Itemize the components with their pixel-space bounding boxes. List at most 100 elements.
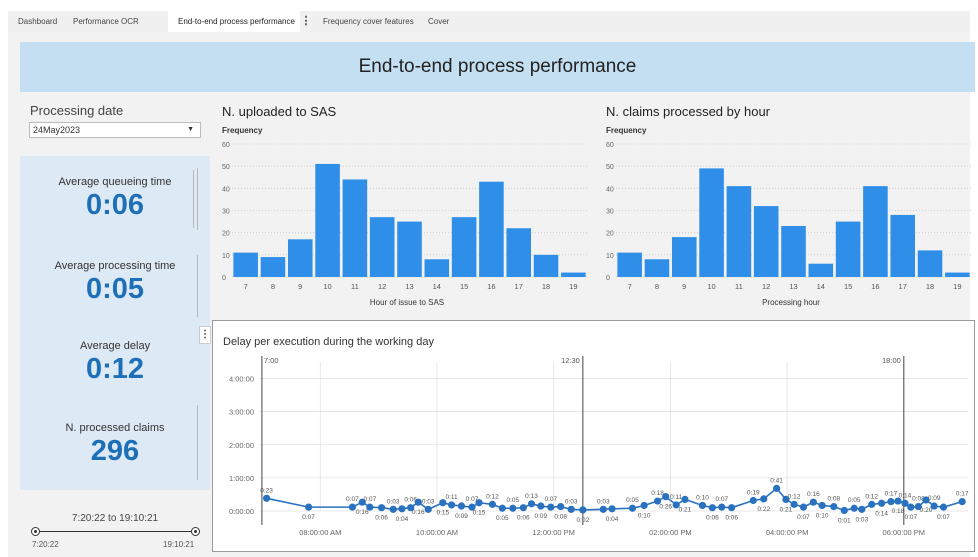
time-range-start-handle[interactable] xyxy=(31,527,40,536)
data-label: 0:07 xyxy=(715,496,728,503)
data-point xyxy=(662,493,670,501)
bar xyxy=(917,250,943,277)
chart-xlabel-uploaded: Hour of issue to SAS xyxy=(369,298,445,307)
y-tick-label: 20 xyxy=(222,231,230,238)
y-tick-label: 3:00:00 xyxy=(229,408,254,417)
tab-performance-ocr[interactable]: Performance OCR xyxy=(63,11,149,32)
data-label: 0:04 xyxy=(606,516,619,523)
y-tick-label: 50 xyxy=(606,164,614,171)
more-options-icon[interactable]: ⋮ xyxy=(199,326,211,344)
data-label: 0:19 xyxy=(747,490,760,497)
data-label: 0:07 xyxy=(937,514,950,521)
data-label: 0:15 xyxy=(473,510,486,517)
bar xyxy=(835,221,861,277)
data-point xyxy=(498,504,506,512)
data-point xyxy=(887,498,895,506)
data-label: 0:12 xyxy=(788,493,801,500)
data-label: 0:12 xyxy=(486,493,499,500)
data-point xyxy=(305,503,313,511)
tab-end-to-end[interactable]: End-to-end process performance xyxy=(168,11,300,32)
x-tick-label: 10 xyxy=(707,282,715,291)
time-range-end-handle[interactable] xyxy=(191,527,200,536)
data-point xyxy=(557,502,565,511)
tab-dashboard[interactable]: Dashboard xyxy=(8,11,67,32)
title-banner: End-to-end process performance xyxy=(20,42,975,92)
x-tick-label: 08:00:00 AM xyxy=(299,528,341,537)
data-label: 0:17 xyxy=(956,491,969,498)
data-label: 0:20 xyxy=(920,507,933,514)
data-label: 0:03 xyxy=(565,498,578,505)
x-tick-label: 02:00:00 PM xyxy=(649,528,692,537)
reference-line-label: 7:00 xyxy=(264,356,279,365)
x-tick-label: 10 xyxy=(323,282,331,291)
tab-menu-icon[interactable]: ⋮ xyxy=(300,11,312,32)
y-tick-label: 50 xyxy=(222,164,230,171)
data-label: 0:06 xyxy=(725,515,738,522)
data-label: 0:07 xyxy=(904,514,917,521)
data-label: 0:16 xyxy=(412,509,425,516)
x-tick-label: 15 xyxy=(844,282,852,291)
y-tick-label: 10 xyxy=(606,253,614,260)
data-point xyxy=(907,503,915,511)
y-tick-label: 0 xyxy=(606,275,610,282)
data-label: 0:26 xyxy=(659,504,672,511)
data-point xyxy=(608,505,616,513)
data-point xyxy=(457,502,466,510)
x-tick-label: 17 xyxy=(899,282,907,291)
time-range-text: 7:20:22 to 19:10:21 xyxy=(71,513,159,524)
data-label: 0:17 xyxy=(885,491,898,498)
data-point xyxy=(509,504,517,512)
data-point xyxy=(414,498,422,506)
processing-date-label: Processing date xyxy=(30,103,124,118)
kpi-average-processing-time: Average processing time 0:05 xyxy=(20,244,210,328)
data-point xyxy=(878,499,886,507)
x-tick-label: 8 xyxy=(271,282,275,291)
data-label: 0:05 xyxy=(626,497,639,504)
bar xyxy=(945,272,970,277)
data-point xyxy=(488,500,497,508)
time-range-max: 19:10:21 xyxy=(163,540,195,549)
y-tick-label: 40 xyxy=(606,186,614,193)
processing-date-dropdown[interactable]: 24May2023 ▼ xyxy=(29,122,201,138)
data-label: 0:05 xyxy=(848,497,861,504)
tab-cover[interactable]: Cover xyxy=(418,11,459,32)
x-tick-label: 11 xyxy=(351,282,359,291)
data-label: 0:11 xyxy=(670,494,683,501)
data-label: 0:14 xyxy=(899,492,912,499)
y-tick-label: 30 xyxy=(222,209,230,216)
tab-frequency-cover-features[interactable]: Frequency cover features xyxy=(313,11,424,32)
data-label: 0:10 xyxy=(638,512,651,519)
data-label: 0:03 xyxy=(597,498,610,505)
data-label: 0:10 xyxy=(816,512,829,519)
x-tick-label: 14 xyxy=(433,282,441,291)
x-tick-label: 04:00:00 PM xyxy=(766,528,809,537)
reference-line-label: 12:30 xyxy=(561,356,580,365)
data-label: 0:12 xyxy=(865,493,878,500)
data-label: 0:05 xyxy=(496,515,509,522)
kpi-value: 296 xyxy=(90,435,140,467)
bar xyxy=(561,272,586,277)
x-tick-label: 19 xyxy=(953,282,961,291)
bar xyxy=(726,186,752,277)
data-point xyxy=(398,505,406,513)
delay-line-chart: 0:00:00 1:00:00 2:00:00 3:00:00 4:00:00 08:00… xyxy=(229,356,969,537)
kpi-title: Average delay xyxy=(79,340,151,352)
data-label: 0:03 xyxy=(387,498,400,505)
y-tick-label: 1:00:00 xyxy=(229,474,254,483)
data-point xyxy=(708,504,717,512)
x-tick-label: 18 xyxy=(542,282,550,291)
x-tick-label: 16 xyxy=(487,282,495,291)
x-tick-label: 7 xyxy=(628,282,632,291)
x-tick-label: 13 xyxy=(405,282,413,291)
y-tick-label: 60 xyxy=(606,142,614,149)
x-tick-label: 13 xyxy=(789,282,797,291)
x-tick-label: 9 xyxy=(298,282,302,291)
data-point xyxy=(567,505,575,513)
data-label: 0:07 xyxy=(302,514,315,521)
y-tick-label: 10 xyxy=(222,253,230,260)
data-point xyxy=(389,505,397,513)
time-range-track[interactable] xyxy=(35,531,196,532)
data-point xyxy=(537,502,545,510)
data-label: 0:03 xyxy=(855,516,868,523)
data-label: 0:02 xyxy=(577,517,590,524)
